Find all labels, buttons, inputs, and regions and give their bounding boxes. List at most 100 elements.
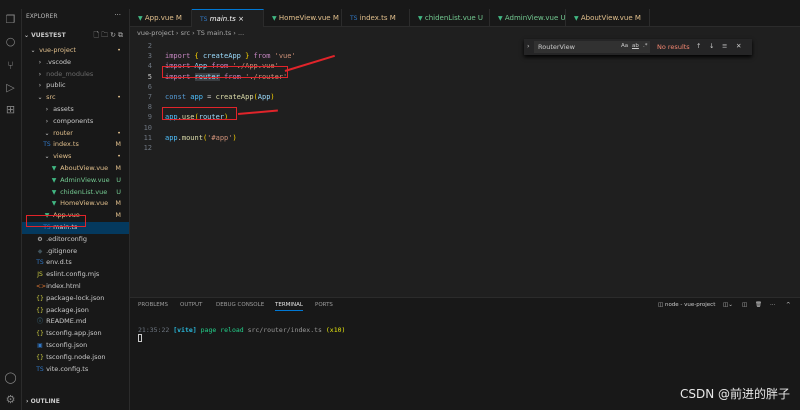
git-status: M	[115, 164, 121, 172]
tree-item[interactable]: {} package.json	[22, 305, 129, 317]
tab-adminview-vue[interactable]: ▼ AdminView.vue U	[490, 9, 566, 27]
line-number: 11	[143, 133, 152, 142]
line-number: 6	[147, 82, 152, 91]
tree-item-label: AdminView.vue	[60, 175, 110, 184]
line-number: 9	[147, 113, 152, 122]
tree-item[interactable]: {} package-lock.json	[22, 293, 129, 305]
layout-icon[interactable]: ◫	[742, 302, 747, 308]
gear-icon: ⚙	[37, 235, 43, 243]
line-number: 4	[147, 62, 152, 71]
previous-match-icon[interactable]: ↑	[696, 42, 701, 50]
tree-item[interactable]: › public	[22, 80, 129, 92]
tree-item[interactable]: ⚙ .editorconfig	[22, 234, 129, 246]
tree-item[interactable]: ⌄ vue-project •	[22, 45, 129, 57]
account-icon[interactable]: ◯	[4, 371, 17, 384]
explorer-actions[interactable]: 🗋🗀↻⧉	[94, 31, 126, 42]
menu-bar	[0, 0, 800, 9]
tree-item[interactable]: ⌄ router •	[22, 128, 129, 140]
tab-index-ts[interactable]: TS index.ts M	[342, 9, 410, 27]
tab-status: U	[477, 14, 483, 22]
tree-item[interactable]: ▣ tsconfig.json	[22, 340, 129, 352]
tree-item-label: package.json	[46, 305, 89, 314]
files-icon[interactable]: ❐	[4, 13, 17, 26]
tree-item[interactable]: › assets	[22, 104, 129, 116]
regex-toggle[interactable]: .*	[643, 43, 648, 49]
source-control-icon[interactable]: ⑂	[4, 59, 17, 72]
split-terminal-icon[interactable]: ◫⌄	[723, 302, 733, 308]
line-number: 12	[143, 144, 152, 152]
line-number: 3	[147, 52, 152, 61]
tab-label: AdminView.vue	[504, 14, 559, 22]
next-match-icon[interactable]: ↓	[709, 42, 714, 50]
tab-aboutview-vue[interactable]: ▼ AboutView.vue M	[566, 9, 650, 27]
vue-icon: ▼	[574, 15, 579, 22]
vue-icon: ▼	[51, 188, 57, 196]
terminal-selector[interactable]: ◫ node - vue-project	[658, 302, 715, 308]
line-number: 10	[143, 123, 152, 132]
tree-item[interactable]: TS env.d.ts	[22, 257, 129, 269]
tab-chidenlist-vue[interactable]: ▼ chidenList.vue U	[410, 9, 490, 27]
maximize-panel-icon[interactable]: ^	[786, 302, 791, 308]
workspace-root[interactable]: ⌄ VUESTEST	[24, 32, 66, 39]
highlight-box-import	[162, 66, 288, 78]
tree-item[interactable]: TS index.ts M	[22, 139, 129, 151]
tree-item[interactable]: › .vscode	[22, 57, 129, 69]
close-icon[interactable]: ✕	[736, 42, 741, 50]
tree-item-label: assets	[53, 105, 74, 113]
tree-item[interactable]: ▼ HomeView.vue M	[22, 198, 129, 210]
tab-label: AboutView.vue	[580, 14, 633, 22]
more-icon[interactable]: ···	[770, 302, 775, 308]
tab-app-vue[interactable]: ▼ App.vue M	[130, 9, 192, 27]
chevron-down-icon: ⌄	[44, 129, 50, 137]
tree-item-label: .editorconfig	[46, 234, 88, 243]
tree-item[interactable]: {} tsconfig.app.json	[22, 328, 129, 340]
tab-debug-console[interactable]: DEBUG CONSOLE	[216, 302, 264, 308]
close-icon[interactable]: ×	[238, 15, 244, 23]
vue-icon: ▼	[51, 200, 57, 208]
tree-item[interactable]: ▼ AboutView.vue M	[22, 163, 129, 175]
toggle-replace-icon[interactable]: ›	[527, 42, 530, 50]
extensions-icon[interactable]: ⊞	[4, 103, 17, 116]
info-icon: ⓘ	[36, 318, 43, 326]
more-icon[interactable]: ···	[114, 11, 121, 19]
tab-problems[interactable]: PROBLEMS	[138, 302, 168, 308]
search-icon[interactable]: ○	[4, 35, 17, 48]
tab-terminal[interactable]: TERMINAL	[275, 302, 303, 311]
settings-gear-icon[interactable]: ⚙	[4, 393, 17, 406]
tree-item[interactable]: ⓘ README.md	[22, 316, 129, 328]
chevron-down-icon: ⌄	[44, 153, 50, 161]
tree-item-label: vite.config.ts	[46, 364, 89, 373]
git-icon: ◆	[37, 247, 43, 255]
tab-output[interactable]: OUTPUT	[180, 302, 202, 308]
tree-item-label: index.ts	[53, 140, 79, 149]
match-case-toggle[interactable]: Aa	[621, 43, 628, 49]
tree-item[interactable]: ▼ AdminView.vue U	[22, 175, 129, 187]
tree-item-label: router	[53, 128, 73, 137]
tab-ports[interactable]: PORTS	[315, 302, 333, 308]
tree-item[interactable]: TS vite.config.ts	[22, 364, 129, 376]
tree-item[interactable]: ⌄ views •	[22, 151, 129, 163]
breadcrumb[interactable]: vue-project › src › TS main.ts › ...	[137, 29, 244, 37]
find-in-selection-icon[interactable]: ≡	[722, 42, 727, 50]
tree-item[interactable]: › node_modules	[22, 69, 129, 81]
activity-bar: ❐ ○ ⑂ ▷ ⊞ ◯ ⚙	[0, 9, 22, 410]
tree-item[interactable]: ⌄ src •	[22, 92, 129, 104]
tree-item[interactable]: <> index.html	[22, 281, 129, 293]
git-status: M	[115, 211, 121, 220]
tab-homeview-vue[interactable]: ▼ HomeView.vue M	[264, 9, 342, 27]
trash-icon[interactable]: 🗑	[755, 302, 762, 308]
terminal-output[interactable]: 21:35:22 [vite] page reload src/router/i…	[138, 326, 345, 334]
tree-item[interactable]: JS eslint.config.mjs	[22, 269, 129, 281]
tree-item[interactable]: {} tsconfig.node.json	[22, 352, 129, 364]
tree-item[interactable]: ▼ chidenList.vue U	[22, 187, 129, 199]
tree-item[interactable]: ◆ .gitignore	[22, 246, 129, 258]
terminal-cursor	[138, 334, 142, 342]
tree-item[interactable]: › components	[22, 116, 129, 128]
run-debug-icon[interactable]: ▷	[4, 81, 17, 94]
json-icon: {}	[36, 330, 44, 338]
chevron-down-icon: ⌄	[37, 94, 43, 102]
tab-main-ts[interactable]: TS main.ts ×	[192, 9, 264, 27]
code-line: import { createApp } from 'vue'	[165, 52, 296, 61]
match-word-toggle[interactable]: ab	[632, 43, 639, 49]
outline-section[interactable]: › OUTLINE	[26, 398, 60, 405]
